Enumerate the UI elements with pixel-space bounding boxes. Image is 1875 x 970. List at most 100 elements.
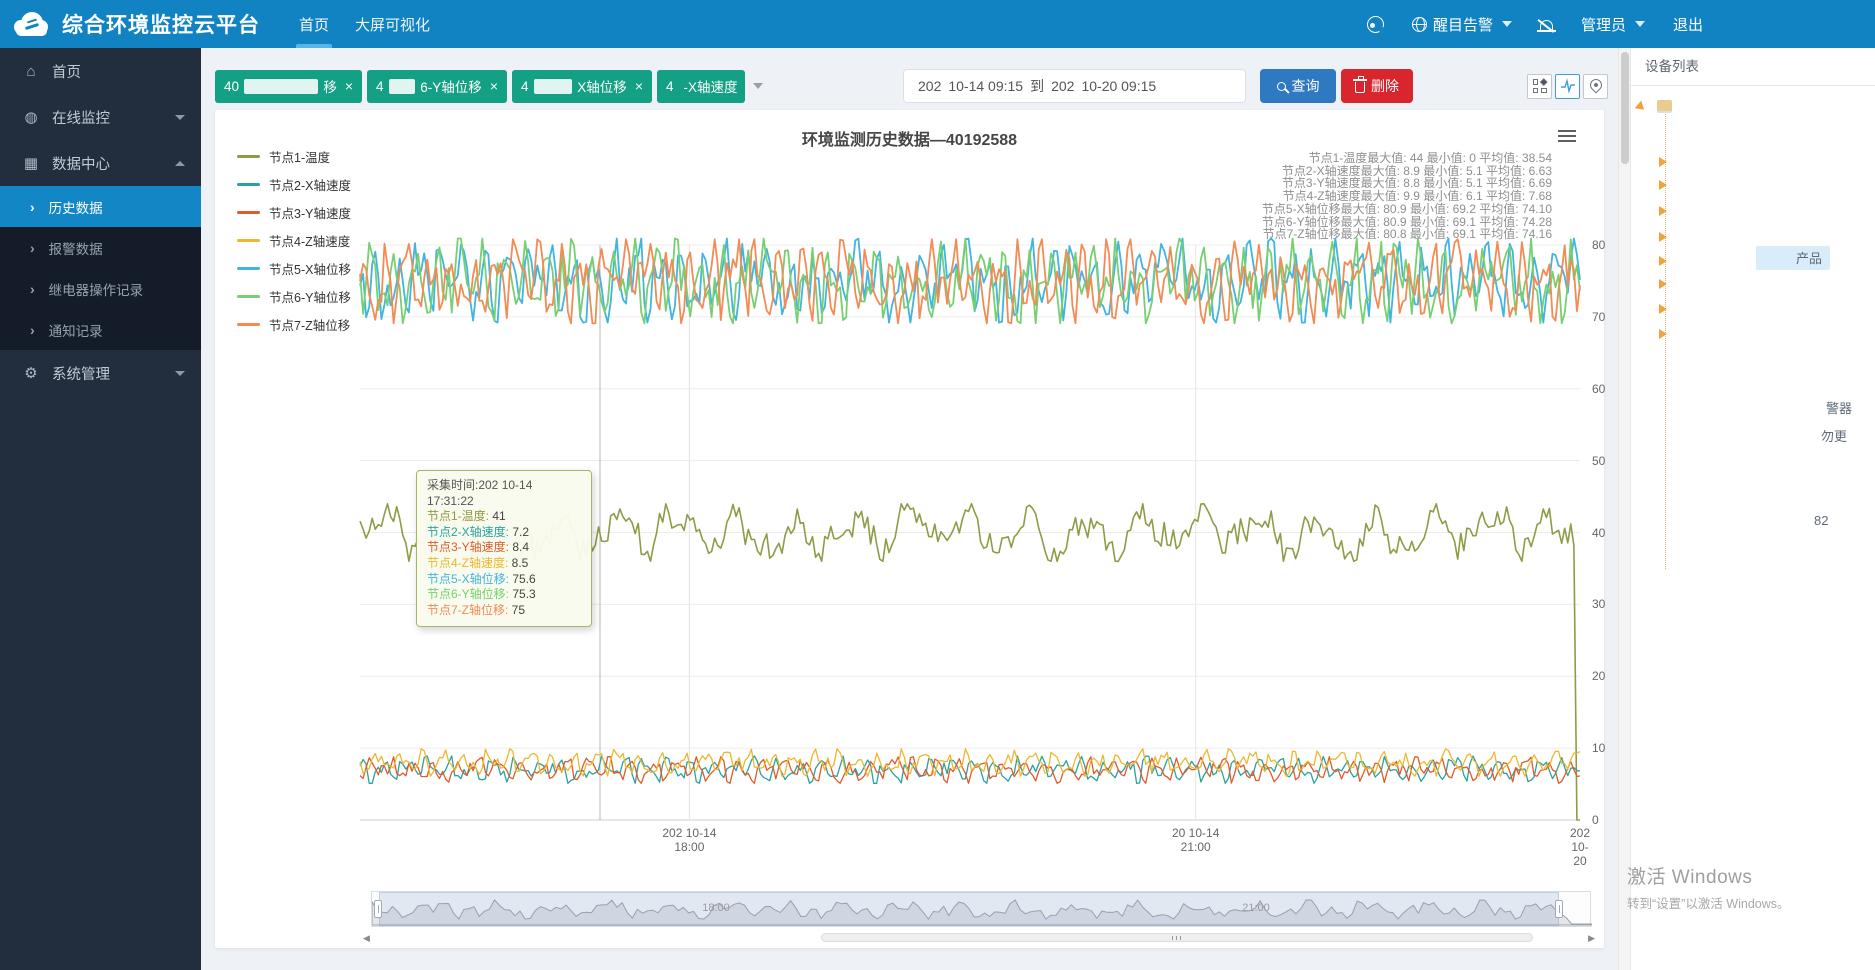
sidebar-subitem-3[interactable]: › 历史数据 bbox=[0, 186, 201, 227]
tree-node-expand-icon[interactable] bbox=[1659, 180, 1667, 190]
legend-marker bbox=[237, 322, 260, 326]
tooltip-series-value: 7.2 bbox=[512, 524, 530, 539]
scrollbar-thumb[interactable] bbox=[821, 933, 1533, 942]
nav-item-home[interactable]: 首页 bbox=[286, 0, 342, 48]
redacted-text bbox=[533, 78, 573, 94]
chart-horizontal-scrollbar[interactable]: ◀ ▶ bbox=[363, 932, 1595, 944]
logout-button[interactable]: 退出 bbox=[1673, 14, 1703, 35]
filter-chip-0[interactable]: 40 移 × bbox=[215, 69, 362, 103]
tree-node-expand-icon[interactable] bbox=[1659, 304, 1667, 314]
stats-line: 节点4-Z轴速度最大值: 9.9 最小值: 6.1 平均值: 7.68 bbox=[1282, 189, 1552, 204]
tree-node-expand-icon[interactable] bbox=[1659, 329, 1667, 339]
sidebar-item-2[interactable]: ▦ 数据中心 bbox=[0, 140, 201, 186]
x-axis-tick-label: 202 10-14 18:00 bbox=[662, 826, 717, 854]
sidebar-submenu: › 历史数据 › 报警数据 › 继电器操作记录 › 通知记录 bbox=[0, 186, 201, 350]
date-end-year: 202 bbox=[1051, 78, 1075, 94]
close-icon[interactable]: × bbox=[635, 78, 643, 94]
filter-chip-3[interactable]: 4 -X轴速度 bbox=[657, 69, 745, 103]
scroll-left-icon[interactable]: ◀ bbox=[363, 933, 370, 944]
watermark-line2: 转到“设置”以激活 Windows。 bbox=[1627, 897, 1790, 911]
chevron-up-icon bbox=[175, 160, 185, 166]
legend-item[interactable]: 节点7-Z轴位移 bbox=[237, 310, 351, 338]
sidebar-item-label: 首页 bbox=[52, 64, 81, 81]
sidebar-subitem-4[interactable]: › 报警数据 bbox=[0, 227, 201, 268]
legend-item[interactable]: 节点6-Y轴位移 bbox=[237, 282, 351, 310]
tooltip-series-value: 8.5 bbox=[511, 555, 529, 570]
chevron-right-icon: › bbox=[30, 321, 35, 338]
chip-prefix: 4 bbox=[666, 78, 674, 94]
nav-item-bigscreen[interactable]: 大屏可视化 bbox=[342, 0, 443, 48]
chip-suffix: 6-Y轴位移 bbox=[420, 80, 482, 95]
grid-view-button[interactable] bbox=[1527, 73, 1552, 99]
theme-palette-icon[interactable] bbox=[1366, 15, 1385, 33]
close-icon[interactable]: × bbox=[345, 78, 353, 94]
tree-node-selected[interactable]: 产品 bbox=[1756, 246, 1831, 270]
tooltip-series-label: 节点7-Z轴位移: bbox=[427, 602, 512, 617]
chip-select-caret-icon[interactable] bbox=[753, 83, 763, 89]
tree-node-expand-icon[interactable] bbox=[1659, 256, 1667, 266]
legend-label: 节点3-Y轴速度 bbox=[269, 206, 351, 221]
tree-node-expand-icon[interactable] bbox=[1659, 232, 1667, 242]
chevron-down-icon bbox=[175, 114, 185, 120]
notification-muted-icon[interactable] bbox=[1536, 19, 1556, 32]
chart-menu-icon[interactable] bbox=[1558, 130, 1576, 143]
legend-item[interactable]: 节点2-X轴速度 bbox=[237, 170, 351, 198]
sidebar-item-7[interactable]: ⚙ 系统管理 bbox=[0, 350, 201, 396]
legend-item[interactable]: 节点3-Y轴速度 bbox=[237, 198, 351, 226]
sidebar-subitem-5[interactable]: › 继电器操作记录 bbox=[0, 268, 201, 309]
tooltip-series-label: 节点5-X轴位移: bbox=[427, 571, 513, 586]
legend-item[interactable]: 节点4-Z轴速度 bbox=[237, 226, 351, 254]
legend-item[interactable]: 节点1-温度 bbox=[237, 142, 351, 170]
y-axis-tick-label: 50 bbox=[1592, 453, 1606, 468]
filter-chip-1[interactable]: 4 6-Y轴位移 × bbox=[367, 69, 507, 103]
legend-item[interactable]: 节点5-X轴位移 bbox=[237, 254, 351, 282]
device-tree: 产品警器勿更 82 bbox=[1631, 86, 1875, 970]
tree-node-fragment[interactable]: 勿更 bbox=[1821, 426, 1847, 445]
tree-node-fragment[interactable]: 82 bbox=[1814, 513, 1828, 528]
chevron-right-icon: › bbox=[30, 280, 35, 297]
y-axis-tick-label: 30 bbox=[1592, 597, 1606, 612]
date-range-input[interactable]: 202 10-14 09:15 到 202 10-20 09:15 bbox=[903, 69, 1246, 103]
query-button[interactable]: 查询 bbox=[1260, 69, 1336, 103]
admin-menu[interactable]: 管理员 bbox=[1581, 14, 1645, 35]
main-vertical-scrollbar[interactable] bbox=[1618, 48, 1630, 970]
sidebar-item-0[interactable]: ⌂ 首页 bbox=[0, 48, 201, 94]
map-view-button[interactable] bbox=[1583, 73, 1608, 99]
sidebar-subitem-6[interactable]: › 通知记录 bbox=[0, 309, 201, 350]
legend-marker bbox=[237, 154, 260, 158]
trend-line-icon bbox=[1560, 78, 1575, 94]
alarm-toggle[interactable]: 醒目告警 bbox=[1411, 14, 1512, 35]
tree-root-node-icon[interactable] bbox=[1657, 100, 1672, 111]
datazoom-slider[interactable]: 18:00 21:00 bbox=[371, 891, 1592, 927]
trash-icon bbox=[1353, 76, 1367, 93]
gear-icon: ⚙ bbox=[24, 365, 38, 382]
datazoom-selected-range[interactable] bbox=[379, 892, 1559, 926]
scroll-right-icon[interactable]: ▶ bbox=[1588, 933, 1595, 944]
tree-node-expand-icon[interactable] bbox=[1659, 157, 1667, 167]
datazoom-left-handle[interactable] bbox=[374, 900, 382, 918]
sidebar-item-label: 系统管理 bbox=[52, 366, 110, 383]
close-icon[interactable]: × bbox=[490, 78, 498, 94]
tree-node-expand-icon[interactable] bbox=[1659, 206, 1667, 216]
filter-row: 40 移 × 4 6-Y轴位移 × 4 X轴位移 × 4 -X轴速度 202 10-14 09:15… bbox=[215, 68, 1608, 104]
stats-line: 节点1-温度最大值: 44 最小值: 0 平均值: 38.54 bbox=[1308, 151, 1552, 165]
legend-marker bbox=[237, 210, 260, 214]
datazoom-right-handle[interactable] bbox=[1555, 900, 1563, 918]
filter-chip-2[interactable]: 4 X轴位移 × bbox=[512, 69, 652, 103]
delete-button[interactable]: 删除 bbox=[1341, 69, 1413, 103]
tooltip-series-value: 41 bbox=[492, 509, 506, 524]
y-axis-tick-label: 40 bbox=[1592, 525, 1606, 540]
legend-label: 节点5-X轴位移 bbox=[269, 262, 351, 277]
chip-suffix: -X轴速度 bbox=[683, 80, 738, 95]
tree-node-expand-icon[interactable] bbox=[1659, 279, 1667, 289]
chevron-down-icon bbox=[175, 370, 185, 376]
redacted-text bbox=[388, 78, 416, 94]
tree-node-fragment[interactable]: 警器 bbox=[1826, 398, 1852, 417]
legend-label: 节点2-X轴速度 bbox=[269, 178, 351, 193]
chart-stats: 节点1-温度最大值: 44 最小值: 0 平均值: 38.54 节点2-X轴速度最… bbox=[1262, 152, 1552, 241]
sidebar-item-1[interactable]: ◍ 在线监控 bbox=[0, 94, 201, 140]
trend-view-button[interactable] bbox=[1555, 73, 1580, 99]
tree-root-expand-icon[interactable] bbox=[1634, 100, 1648, 114]
legend-marker bbox=[237, 266, 260, 270]
vertical-scrollbar-thumb[interactable] bbox=[1621, 52, 1629, 164]
